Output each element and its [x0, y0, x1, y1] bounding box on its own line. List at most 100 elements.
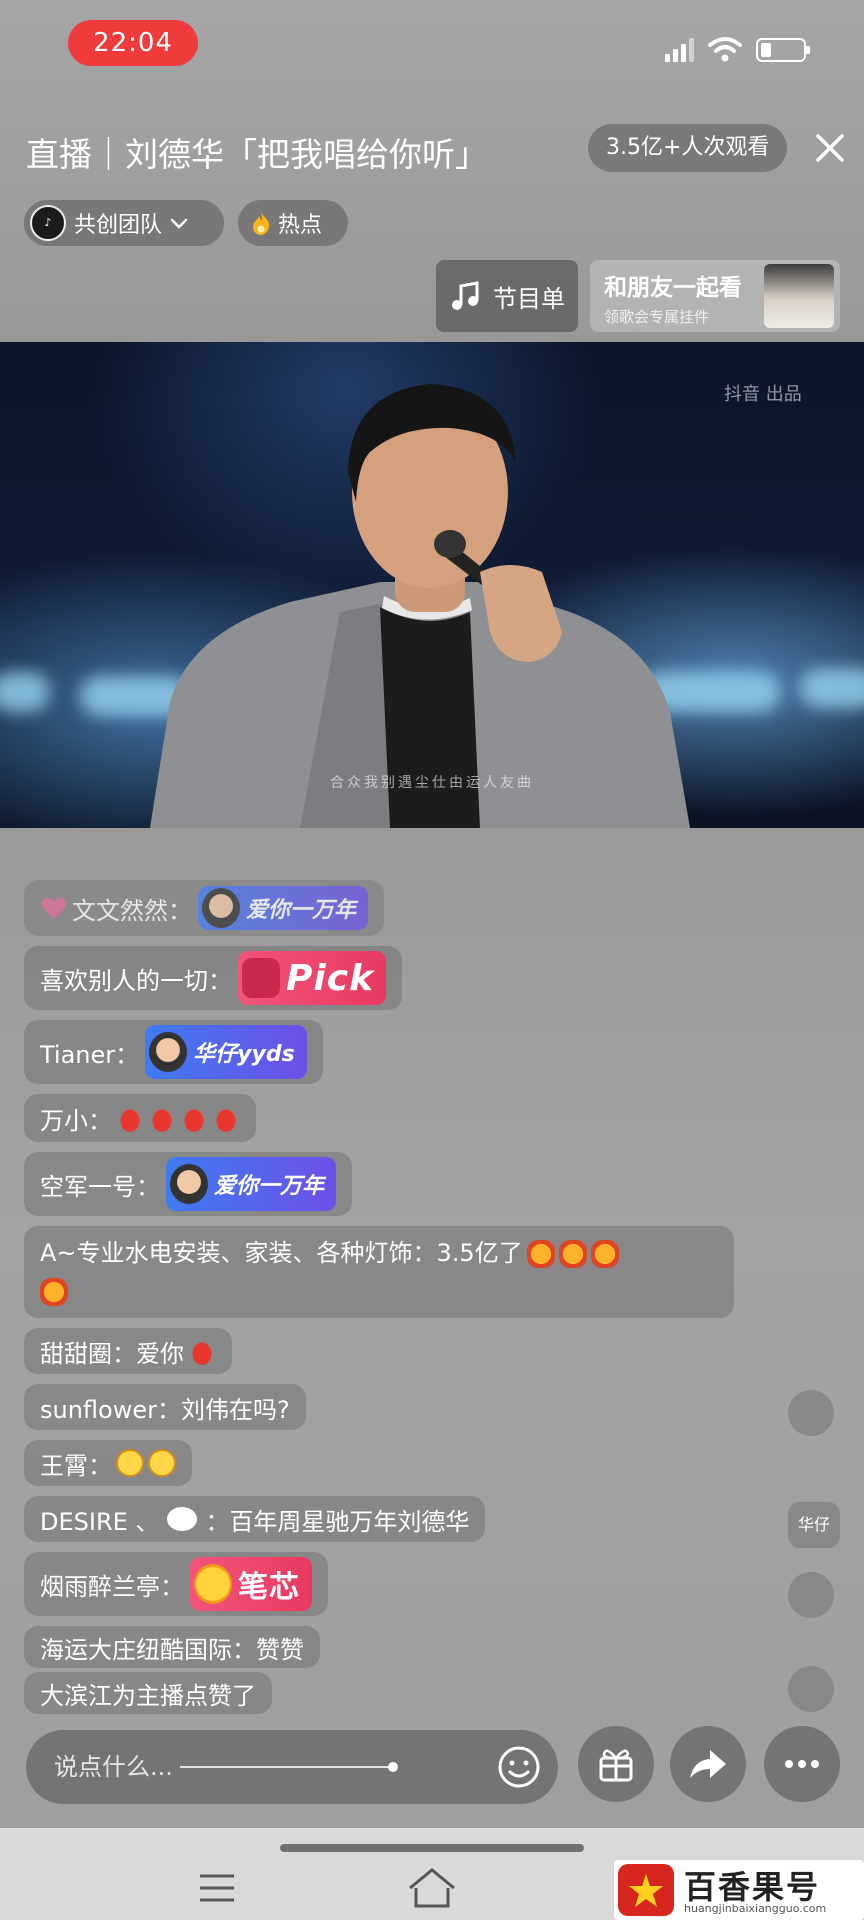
comment-text: 为主播点赞了: [112, 1681, 256, 1710]
music-note-icon: [452, 281, 479, 310]
comment-text: 刘伟在吗?: [181, 1395, 290, 1424]
live-video[interactable]: 抖音 出品 合众我别遇尘仕由运人友曲: [0, 342, 864, 828]
grin-emoji-icon: [116, 1449, 144, 1477]
comment-item: DESIRE 、 ： 百年周星驰万年刘德华: [24, 1496, 744, 1542]
comment-input-placeholder: 说点什么...: [54, 1753, 173, 1781]
more-button[interactable]: [764, 1726, 840, 1802]
gift-avatar-icon: [202, 888, 240, 928]
comment-item: 海运大庄纽酷国际： 赞赞: [24, 1626, 744, 1668]
gift-label: 华仔yyds: [193, 1042, 295, 1067]
comment-username[interactable]: 大滨江: [40, 1676, 112, 1711]
singer-figure: [150, 384, 690, 828]
chevron-down-icon: [170, 218, 188, 229]
comment-username[interactable]: 甜甜圈：: [40, 1334, 136, 1369]
comment-username[interactable]: 烟雨醉兰亭：: [40, 1567, 184, 1602]
side-guitar-icon[interactable]: [788, 1572, 834, 1618]
gesture-handle[interactable]: [280, 1844, 584, 1852]
gift-badge: Pick: [238, 951, 387, 1005]
gift-label: 爱你一万年: [214, 1174, 325, 1199]
battery-icon: [756, 38, 810, 62]
watermark-logo-icon: [618, 1864, 674, 1916]
watch-together-card[interactable]: 和朋友一起看 领歌会专属挂件: [590, 260, 840, 332]
comment-username[interactable]: 海运大庄纽酷国际：: [40, 1630, 256, 1665]
thumbs-up-icon: [40, 1278, 68, 1306]
host-avatar: [764, 264, 834, 328]
heart-badge-icon: [41, 897, 67, 919]
cloud-avatar-icon: [167, 1507, 198, 1531]
thumbs-up-icon: [526, 1240, 555, 1268]
comment-username[interactable]: 文文然然：: [72, 891, 192, 926]
viewer-count-badge[interactable]: 3.5亿+人次观看: [588, 124, 788, 172]
comment-separator: ：: [205, 1507, 230, 1536]
gift-label: 爱你一万年: [246, 898, 357, 923]
progress-dot: [388, 1762, 398, 1772]
gift-badge: 爱你一万年: [198, 886, 369, 930]
comment-username[interactable]: A~专业水电安装、家装、各种灯饰：: [40, 1239, 437, 1267]
stage-light: [800, 668, 864, 708]
lips-icon: [188, 1337, 216, 1365]
watermark-url: huangjinbaixiangguo.com: [684, 1902, 827, 1915]
gift-box-button[interactable]: [578, 1726, 654, 1802]
comment-username[interactable]: sunflower：: [40, 1390, 181, 1425]
comment-username[interactable]: Tianer：: [40, 1035, 139, 1070]
lipstick-icon: [180, 1104, 208, 1132]
douyin-logo-icon: ♪: [30, 205, 66, 241]
status-icons: [665, 32, 810, 62]
hot-topic-button[interactable]: 热点: [238, 200, 348, 246]
team-label: 共创团队: [74, 213, 163, 238]
menu-icon[interactable]: [198, 1872, 236, 1904]
program-list-label: 节目单: [493, 284, 565, 313]
comment-item: 文文然然： 爱你一万年: [24, 880, 744, 936]
comment-username[interactable]: 万小：: [40, 1101, 112, 1136]
gift-chick-icon: [194, 1564, 232, 1604]
side-huazai-badge[interactable]: 华仔: [788, 1502, 840, 1548]
live-title: 直播｜刘德华「把我唱给你听」: [26, 135, 488, 174]
comment-item: Tianer： 华仔yyds: [24, 1020, 744, 1084]
douyin-watermark: 抖音 出品: [724, 384, 802, 405]
comment-text: 百年周星驰万年刘德华: [229, 1507, 470, 1536]
more-dots-icon: [785, 1760, 819, 1768]
comment-username[interactable]: 空军一号：: [40, 1167, 160, 1202]
gift-box-icon: [599, 1749, 633, 1782]
lipstick-icon: [148, 1104, 176, 1132]
comment-item: 王霄：: [24, 1440, 744, 1486]
team-selector[interactable]: ♪ 共创团队: [24, 200, 224, 246]
flame-icon: [253, 212, 270, 235]
gift-heart-icon: [242, 958, 280, 998]
comment-username[interactable]: DESIRE 、: [40, 1502, 159, 1537]
program-list-button[interactable]: 节目单: [436, 260, 578, 332]
gift-label: 笔芯: [238, 1570, 300, 1605]
video-subtitle: 合众我别遇尘仕由运人友曲: [330, 775, 534, 791]
comment-item: sunflower： 刘伟在吗?: [24, 1384, 744, 1430]
lipstick-icon: [116, 1104, 144, 1132]
comment-item: 万小：: [24, 1094, 744, 1142]
side-disc-icon[interactable]: [788, 1390, 834, 1436]
comment-input[interactable]: 说点什么...: [26, 1730, 558, 1804]
stage-light: [0, 672, 50, 712]
thumbs-up-icon: [590, 1240, 619, 1268]
comment-item: 烟雨醉兰亭： 笔芯: [24, 1552, 744, 1616]
status-time: 22:04: [68, 20, 198, 66]
side-record-icon[interactable]: [788, 1666, 834, 1712]
emoji-icon[interactable]: [496, 1744, 542, 1790]
comment-username[interactable]: 喜欢别人的一切：: [40, 961, 232, 996]
gift-avatar-icon: [170, 1164, 208, 1204]
comment-username[interactable]: 王霄：: [40, 1446, 112, 1481]
comment-item: 喜欢别人的一切： Pick: [24, 946, 744, 1010]
hot-label: 热点: [278, 213, 323, 238]
progress-line: [180, 1766, 394, 1768]
gift-badge: 华仔yyds: [145, 1025, 307, 1079]
comment-text: 赞赞: [256, 1635, 304, 1664]
comment-text: 爱你: [136, 1339, 184, 1368]
comment-item: 甜甜圈： 爱你: [24, 1328, 744, 1374]
thumbs-up-icon: [558, 1240, 587, 1268]
gift-badge: 笔芯: [190, 1557, 312, 1611]
home-icon[interactable]: [406, 1866, 458, 1910]
wifi-icon: [708, 37, 742, 62]
comment-list[interactable]: 文文然然： 爱你一万年 喜欢别人的一切： Pick Tianer： 华仔yyds…: [24, 880, 744, 1724]
gift-label: Pick: [286, 957, 375, 999]
comment-item: 空军一号： 爱你一万年: [24, 1152, 744, 1216]
comment-text: 3.5亿了: [436, 1239, 523, 1267]
share-button[interactable]: [670, 1726, 746, 1802]
close-icon[interactable]: [812, 128, 848, 168]
